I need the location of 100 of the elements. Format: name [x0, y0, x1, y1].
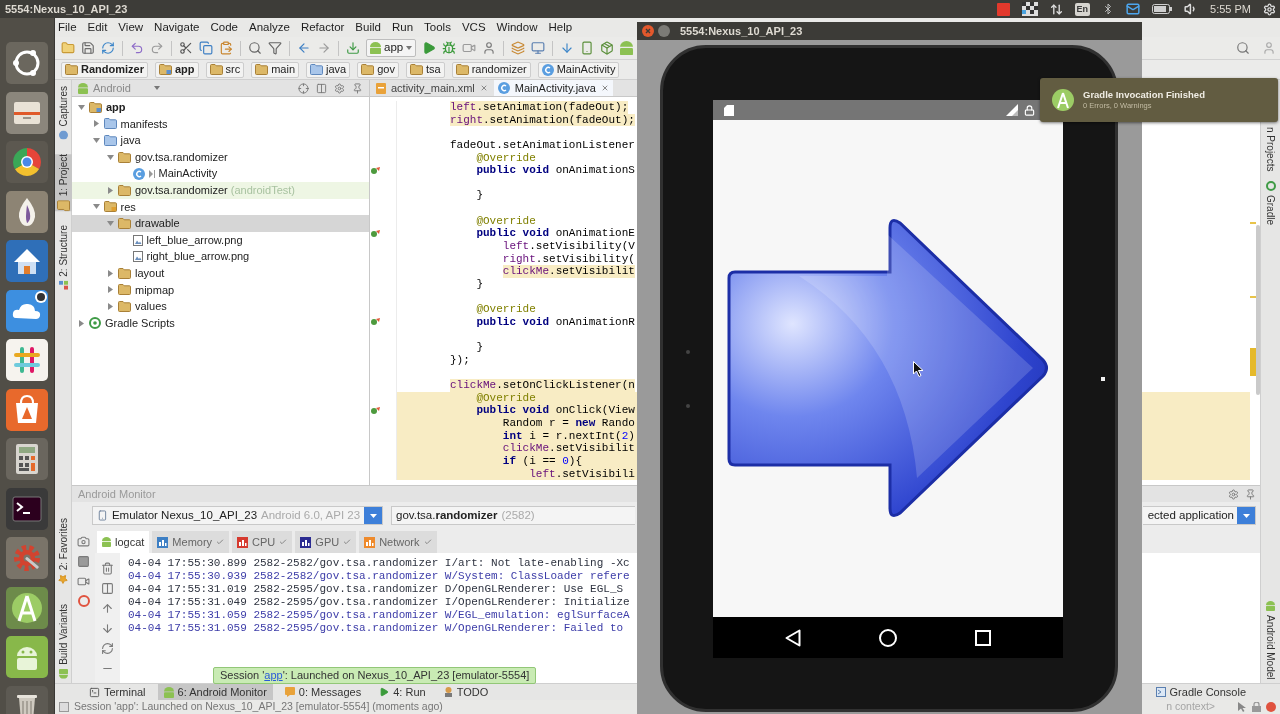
breadcrumb[interactable]: randomizer — [451, 61, 531, 78]
battery-icon[interactable] — [1152, 4, 1173, 14]
menu-item[interactable]: Window — [496, 18, 538, 37]
menu-item[interactable]: Code — [210, 18, 238, 37]
video-camera-icon[interactable] — [462, 41, 477, 55]
camera-icon[interactable] — [77, 535, 90, 548]
clipboard-icon[interactable] — [219, 41, 233, 55]
run-configuration-dropdown[interactable]: app — [366, 39, 417, 57]
override-marker-icon[interactable] — [371, 166, 380, 175]
dropdown-button[interactable] — [1237, 507, 1255, 524]
split-icon[interactable] — [101, 582, 114, 595]
monitor-tab[interactable]: logcat — [97, 531, 150, 553]
cloud-icon[interactable] — [6, 289, 48, 332]
breadcrumb[interactable]: MainActivity — [537, 61, 620, 78]
scissors-icon[interactable] — [179, 41, 193, 55]
user-icon[interactable] — [482, 41, 497, 55]
app-link[interactable]: app — [264, 669, 283, 682]
tree-item[interactable]: left_blue_arrow.png — [72, 231, 369, 249]
breadcrumb[interactable]: tsa — [406, 61, 445, 78]
tree-item[interactable]: drawable — [72, 215, 369, 232]
tree-item[interactable]: app — [72, 99, 369, 116]
wrap-icon[interactable] — [101, 642, 114, 655]
search-icon[interactable] — [248, 41, 262, 55]
override-marker-icon[interactable] — [371, 406, 380, 415]
menu-item[interactable]: File — [58, 18, 77, 37]
monitor-tab[interactable]: Memory — [152, 531, 230, 553]
video-camera-icon[interactable] — [77, 575, 90, 588]
search-icon[interactable] — [1236, 41, 1250, 55]
bug-icon[interactable] — [442, 41, 457, 55]
caret-down-icon[interactable] — [92, 204, 100, 210]
monitor-tab[interactable]: Network — [359, 531, 437, 553]
minimize-icon[interactable] — [658, 25, 670, 37]
transfer-arrows-icon[interactable] — [1049, 2, 1063, 16]
tool-window-tab[interactable]: TODO — [437, 684, 495, 700]
caret-right-icon[interactable] — [108, 286, 113, 294]
override-marker-icon[interactable] — [371, 318, 380, 327]
envelope-icon[interactable] — [1126, 2, 1141, 16]
editor-tab[interactable]: MainActivity.java — [493, 80, 613, 96]
tree-item[interactable]: layout — [72, 264, 369, 282]
menu-item[interactable]: View — [118, 18, 144, 37]
close-icon[interactable] — [600, 84, 609, 92]
back-icon[interactable] — [785, 628, 801, 647]
caret-down-icon[interactable] — [92, 138, 100, 143]
undo-icon[interactable] — [130, 41, 144, 55]
trash-icon[interactable] — [101, 562, 114, 575]
process-dropdown[interactable]: gov.tsa.randomizer (2582) — [391, 506, 635, 525]
tool-window-tab[interactable]: Captures — [55, 86, 72, 140]
tree-item[interactable]: MainActivity — [72, 165, 369, 182]
breadcrumb[interactable]: app — [154, 61, 199, 78]
tree-item[interactable]: gov.tsa.randomizer (androidTest) — [72, 181, 369, 199]
recents-icon[interactable] — [975, 629, 991, 646]
tool-window-tab[interactable]: 4: Run — [373, 684, 432, 700]
calculator-icon[interactable] — [6, 438, 48, 480]
caret-down-icon[interactable] — [107, 220, 114, 226]
copy-icon[interactable] — [199, 41, 213, 55]
menu-item[interactable]: Edit — [87, 18, 108, 37]
tool-window-tab[interactable]: n Projects — [1262, 127, 1279, 172]
download-icon[interactable] — [346, 41, 360, 55]
package-icon[interactable] — [600, 41, 615, 55]
square-icon[interactable] — [77, 555, 90, 568]
tool-window-tab[interactable]: 2: Favorites — [55, 517, 72, 585]
breadcrumb[interactable]: gov — [357, 61, 399, 78]
menu-item[interactable]: Build — [355, 18, 381, 37]
menu-item[interactable]: Analyze — [248, 18, 290, 37]
dropdown-button[interactable] — [364, 507, 382, 524]
caret-down-icon[interactable] — [107, 154, 114, 160]
tree-item[interactable]: gov.tsa.randomizer — [72, 148, 369, 166]
tree-item[interactable]: Gradle Scripts — [72, 314, 369, 332]
tool-window-tab[interactable]: Gradle — [1262, 181, 1279, 226]
record-icon[interactable] — [77, 595, 90, 607]
tool-window-tab[interactable]: Gradle Console — [1151, 684, 1250, 700]
menu-item[interactable]: Run — [391, 18, 414, 37]
tool-window-tab[interactable]: Terminal — [83, 684, 152, 700]
caret-right-icon[interactable] — [108, 269, 113, 277]
run-icon[interactable] — [422, 41, 437, 55]
tool-window-tab[interactable]: Android Model — [1262, 600, 1279, 679]
caret-right-icon[interactable] — [108, 302, 113, 310]
breadcrumb[interactable]: main — [251, 61, 300, 78]
caret-right-icon[interactable] — [108, 186, 113, 194]
pin-icon[interactable] — [1245, 488, 1256, 500]
tool-window-tab[interactable]: Build Variants — [55, 604, 72, 679]
launcher-logo-icon[interactable] — [6, 42, 48, 84]
user-icon[interactable] — [1262, 41, 1276, 55]
shopping-bag-icon[interactable] — [6, 388, 48, 431]
tool-window-tab[interactable]: 0: Messages — [278, 684, 368, 700]
robot-icon[interactable] — [620, 40, 634, 56]
caret-right-icon[interactable] — [93, 120, 99, 128]
monitor-icon[interactable] — [531, 41, 546, 55]
drafting-compass-icon[interactable] — [6, 586, 48, 629]
tool-window-tab[interactable]: 1: Project — [55, 153, 72, 211]
redo-icon[interactable] — [150, 41, 164, 55]
menu-item[interactable]: Navigate — [154, 18, 200, 37]
keyboard-layout-indicator[interactable]: En — [1074, 2, 1091, 16]
layers-icon[interactable] — [511, 41, 526, 55]
phone-icon[interactable] — [580, 41, 595, 55]
home-icon[interactable] — [879, 628, 897, 647]
close-icon[interactable] — [479, 84, 488, 92]
flame-icon[interactable] — [6, 190, 48, 233]
menu-item[interactable]: VCS — [461, 18, 486, 37]
tree-item[interactable]: right_blue_arrow.png — [72, 248, 369, 265]
